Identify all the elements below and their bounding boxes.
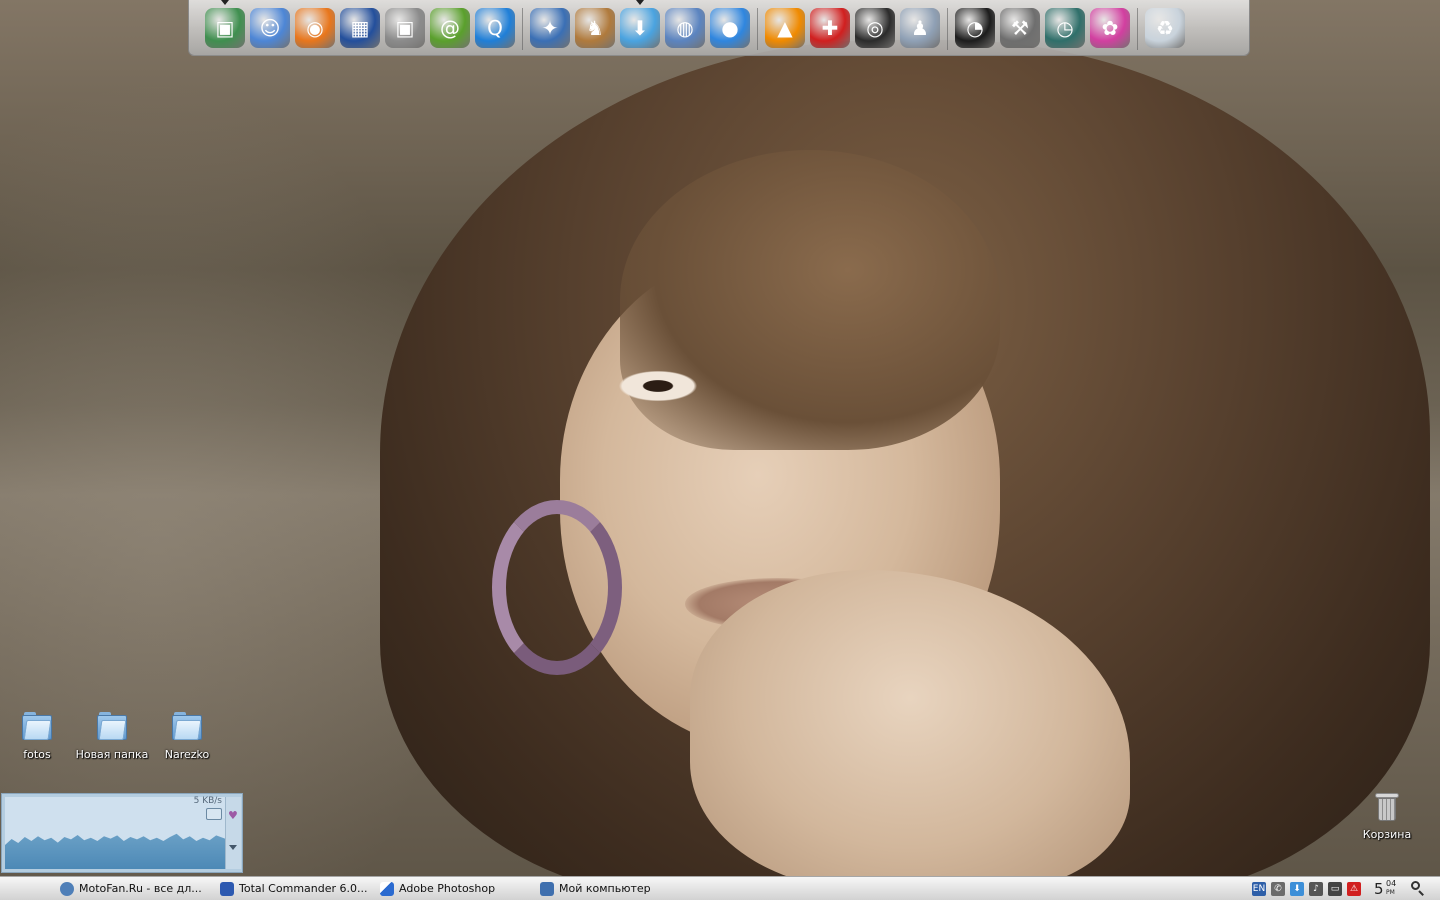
browser-icon bbox=[60, 881, 74, 896]
recycle-bin-icon[interactable]: ♻ bbox=[1145, 8, 1185, 48]
network-rate-label: 5 KB/s bbox=[193, 796, 222, 806]
finder-icon[interactable]: ☺ bbox=[250, 8, 290, 48]
medic-plus-icon[interactable]: ✚ bbox=[810, 8, 850, 48]
volume-icon[interactable]: ♪ bbox=[1309, 881, 1323, 896]
hammer-icon[interactable]: ⚒ bbox=[1000, 8, 1040, 48]
network-globe-icon[interactable]: ◍ bbox=[665, 8, 705, 48]
network-traffic-graph bbox=[5, 797, 225, 869]
feather-icon bbox=[380, 881, 394, 896]
network-traffic-fill bbox=[5, 833, 225, 869]
apple-start-icon[interactable] bbox=[14, 880, 30, 896]
chevron-down-icon[interactable] bbox=[229, 845, 237, 850]
taskbar-button-motofan[interactable]: MotoFan.Ru - все дл... bbox=[60, 879, 210, 898]
meter-side-panel: ♥ bbox=[225, 797, 241, 869]
robot-icon[interactable]: ♟ bbox=[900, 8, 940, 48]
floppy-icon bbox=[220, 881, 234, 896]
desktop-wallpaper bbox=[0, 0, 1440, 900]
network-meter-widget[interactable]: 5 KB/s ♥ bbox=[1, 793, 243, 873]
swirl-icon[interactable]: @ bbox=[430, 8, 470, 48]
desktop-folder-label: fotos bbox=[23, 748, 51, 761]
dock-separator bbox=[1137, 8, 1138, 50]
clock-ampm: PM bbox=[1386, 889, 1395, 896]
desktop-folder-fotos[interactable]: fotos bbox=[0, 712, 77, 761]
safari-icon[interactable]: ✦ bbox=[530, 8, 570, 48]
quicktime-icon[interactable]: Q bbox=[475, 8, 515, 48]
top-dock: ▣ ☺ ◉ ▦ ▣ @ Q ✦ ♞ ⬇ ◍ ● ▲ ✚ ◎ ♟ ◔ ⚒ ◷ ✿ ♻ bbox=[188, 0, 1250, 56]
network-adapter-icon bbox=[206, 808, 222, 820]
video-chat-icon[interactable]: ● bbox=[710, 8, 750, 48]
mosaic-icon[interactable]: ▦ bbox=[340, 8, 380, 48]
emule-icon[interactable]: ♞ bbox=[575, 8, 615, 48]
camera-icon[interactable]: ▣ bbox=[385, 8, 425, 48]
download-tray-icon[interactable]: ⬇ bbox=[1290, 881, 1304, 896]
dvd-disc-icon[interactable]: ◎ bbox=[855, 8, 895, 48]
dock-separator bbox=[757, 8, 758, 50]
wallpaper-earring bbox=[492, 500, 622, 675]
taskbar-button-label: Adobe Photoshop bbox=[399, 882, 496, 895]
desktop-manager-icon[interactable]: ▣ bbox=[205, 8, 245, 48]
desktop-trash-label: Корзина bbox=[1362, 828, 1412, 841]
heart-icon[interactable]: ♥ bbox=[228, 810, 238, 821]
desktop-folder-label: Narezko bbox=[164, 748, 210, 761]
dashboard-icon[interactable]: ◔ bbox=[955, 8, 995, 48]
running-indicator-icon bbox=[636, 0, 644, 5]
phone-icon[interactable]: ✆ bbox=[1271, 881, 1285, 896]
taskbar-button-total-commander[interactable]: Total Commander 6.0... bbox=[220, 879, 370, 898]
system-tray: EN ✆ ⬇ ♪ ▭ ⚠ bbox=[1252, 880, 1366, 897]
clock-minute: 04 bbox=[1386, 879, 1397, 888]
taskbar: MotoFan.Ru - все дл... Total Commander 6… bbox=[0, 876, 1440, 900]
cat-avatar-icon[interactable]: ✿ bbox=[1090, 8, 1130, 48]
trash-can-icon bbox=[1375, 793, 1399, 821]
wallpaper-fringe bbox=[620, 150, 1000, 450]
folder-icon bbox=[172, 712, 202, 740]
taskbar-button-label: Total Commander 6.0... bbox=[239, 882, 368, 895]
battery-icon[interactable]: ▭ bbox=[1328, 881, 1342, 896]
dock-separator bbox=[947, 8, 948, 50]
dock-separator bbox=[522, 8, 523, 50]
desktop-folder-new-folder[interactable]: Новая папка bbox=[72, 712, 152, 761]
folder-icon bbox=[22, 712, 52, 740]
aimp-icon[interactable]: ▲ bbox=[765, 8, 805, 48]
taskbar-button-label: Мой компьютер bbox=[559, 882, 651, 895]
search-icon[interactable] bbox=[1410, 880, 1426, 896]
clock-hour[interactable]: 5 bbox=[1374, 879, 1384, 899]
computer-icon bbox=[540, 881, 554, 896]
blender-icon[interactable]: ◉ bbox=[295, 8, 335, 48]
antivirus-icon[interactable]: ⚠ bbox=[1347, 881, 1361, 896]
desktop-trash[interactable]: Корзина bbox=[1347, 793, 1427, 841]
taskbar-button-my-computer[interactable]: Мой компьютер bbox=[540, 879, 690, 898]
desktop-folder-narezko[interactable]: Narezko bbox=[147, 712, 227, 761]
folder-icon bbox=[97, 712, 127, 740]
download-icon[interactable]: ⬇ bbox=[620, 8, 660, 48]
taskbar-button-label: MotoFan.Ru - все дл... bbox=[79, 882, 202, 895]
wallpaper-eye bbox=[612, 368, 704, 404]
time-machine-icon[interactable]: ◷ bbox=[1045, 8, 1085, 48]
language-indicator[interactable]: EN bbox=[1252, 881, 1266, 896]
taskbar-button-photoshop[interactable]: Adobe Photoshop bbox=[380, 879, 530, 898]
running-indicator-icon bbox=[221, 0, 229, 5]
desktop-folder-label: Новая папка bbox=[75, 748, 149, 761]
